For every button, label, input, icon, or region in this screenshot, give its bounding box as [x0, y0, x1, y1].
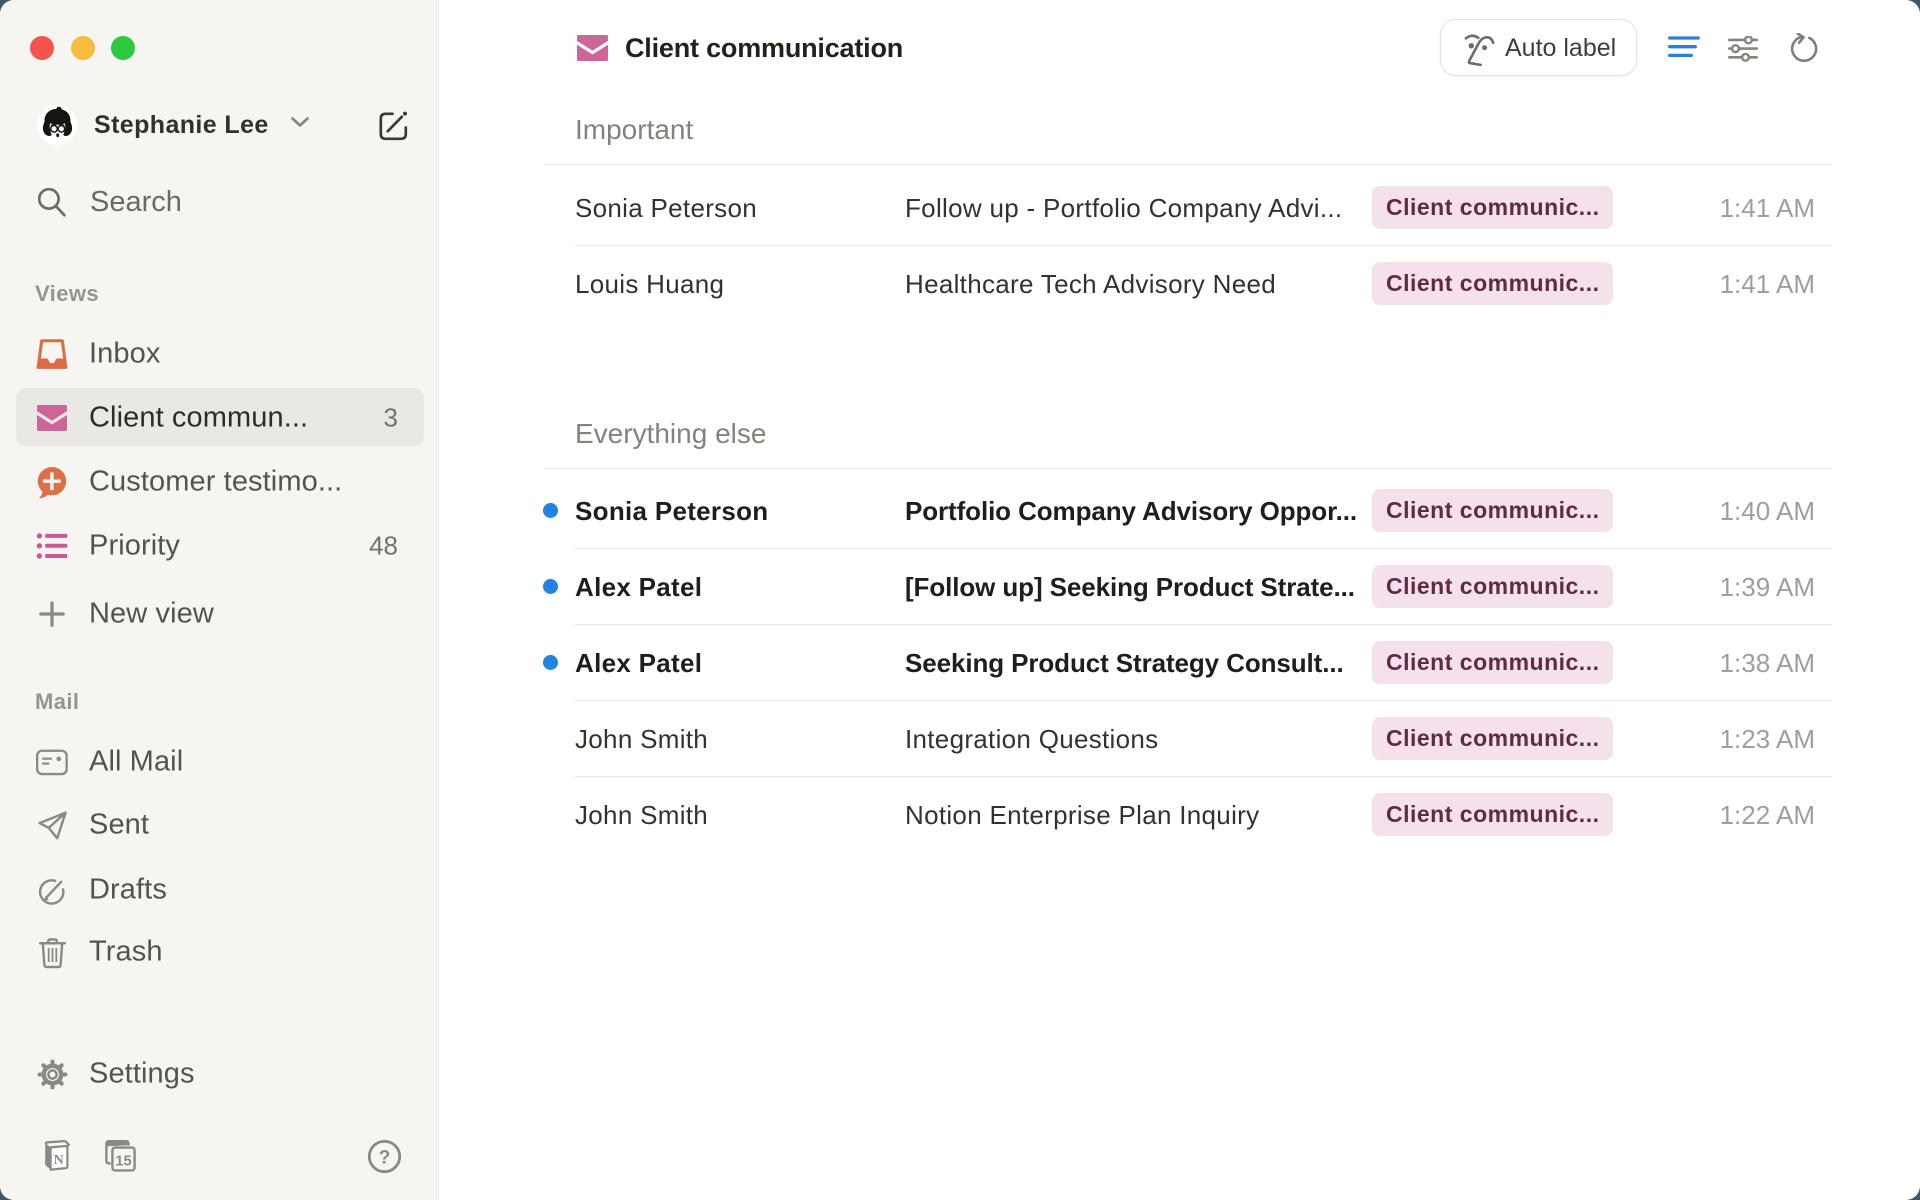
- svg-text:N: N: [54, 1153, 64, 1168]
- svg-text:?: ?: [379, 1148, 391, 1169]
- svg-text:15: 15: [115, 1154, 131, 1170]
